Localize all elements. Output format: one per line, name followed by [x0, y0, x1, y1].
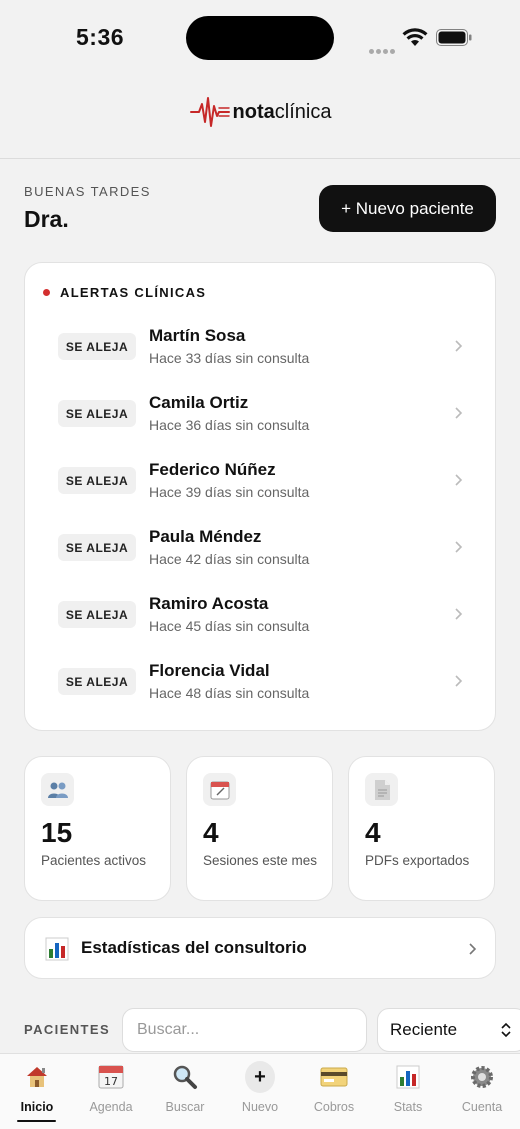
status-badge: SE ALEJA — [58, 668, 136, 695]
tab-buscar[interactable]: Buscar — [150, 1062, 220, 1124]
alert-patient-name: Camila Ortiz — [149, 393, 249, 412]
app-logo: notaclínica — [0, 92, 520, 132]
tab-bar: Inicio 17 Agenda Buscar + Nuevo Cobros S… — [0, 1053, 520, 1129]
bar-chart-icon — [393, 1062, 423, 1092]
chevron-right-icon — [455, 340, 463, 352]
stat-card-sessions[interactable]: 4 Sesiones este mes — [186, 756, 333, 901]
stat-value: 15 — [41, 817, 73, 848]
document-icon — [365, 773, 398, 806]
status-badge: SE ALEJA — [58, 333, 136, 360]
tab-label: Nuevo — [241, 1100, 279, 1114]
alert-patient-name: Florencia Vidal — [149, 661, 270, 680]
sort-select[interactable]: Reciente — [377, 1008, 520, 1052]
alert-subtitle: Hace 48 días sin consulta — [149, 685, 310, 701]
status-badge: SE ALEJA — [58, 601, 136, 628]
chevron-right-icon — [455, 407, 463, 419]
chevron-right-icon — [469, 943, 477, 955]
magnifier-icon — [170, 1062, 200, 1092]
tab-nuevo[interactable]: + Nuevo — [225, 1061, 295, 1124]
calendar-icon: 17 — [96, 1062, 126, 1092]
stat-label: Pacientes activos — [41, 853, 147, 868]
header-divider — [0, 158, 520, 159]
battery-icon — [436, 29, 472, 46]
chevron-right-icon — [455, 474, 463, 486]
alert-row[interactable]: SE ALEJA Ramiro Acosta Hace 45 días sin … — [25, 586, 497, 642]
pulse-logo-icon — [189, 97, 230, 127]
greeting-name: Dra. — [24, 206, 69, 232]
greeting-label: BUENAS TARDES — [24, 184, 151, 199]
patients-label: PACIENTES — [24, 1022, 111, 1037]
stats-link-label: Estadísticas del consultorio — [81, 938, 307, 957]
sort-value: Reciente — [390, 1020, 458, 1039]
plus-icon: + — [245, 1061, 275, 1093]
alert-patient-name: Paula Méndez — [149, 527, 262, 546]
alert-dot-icon — [43, 289, 50, 296]
calendar-icon — [203, 773, 236, 806]
alert-row[interactable]: SE ALEJA Martín Sosa Hace 33 días sin co… — [25, 318, 497, 374]
alert-row[interactable]: SE ALEJA Paula Méndez Hace 42 días sin c… — [25, 519, 497, 575]
status-badge: SE ALEJA — [58, 467, 136, 494]
status-time: 5:36 — [76, 24, 125, 50]
alert-patient-name: Federico Núñez — [149, 460, 276, 479]
tab-label: Buscar — [165, 1100, 205, 1114]
chevron-right-icon — [455, 608, 463, 620]
svg-text:17: 17 — [104, 1075, 118, 1088]
alert-row[interactable]: SE ALEJA Federico Núñez Hace 39 días sin… — [25, 452, 497, 508]
tab-label: Inicio — [20, 1100, 54, 1114]
alert-patient-name: Martín Sosa — [149, 326, 246, 345]
alert-row[interactable]: SE ALEJA Florencia Vidal Hace 48 días si… — [25, 653, 497, 709]
house-icon — [22, 1062, 52, 1092]
alert-subtitle: Hace 42 días sin consulta — [149, 551, 310, 567]
practice-stats-link[interactable]: Estadísticas del consultorio — [24, 917, 496, 979]
chevron-updown-icon — [501, 1022, 511, 1038]
people-icon — [41, 773, 74, 806]
status-badge: SE ALEJA — [58, 400, 136, 427]
tab-inicio[interactable]: Inicio — [2, 1062, 72, 1124]
stat-value: 4 — [365, 817, 381, 848]
dynamic-island — [186, 16, 334, 60]
active-tab-indicator — [17, 1120, 56, 1122]
alerts-title: ALERTAS CLÍNICAS — [43, 285, 206, 300]
tab-label: Agenda — [89, 1100, 133, 1114]
stat-label: PDFs exportados — [365, 853, 470, 868]
tab-stats[interactable]: Stats — [373, 1062, 443, 1124]
new-patient-button[interactable]: + Nuevo paciente — [319, 185, 496, 232]
signal-icon — [369, 41, 397, 59]
tab-label: Cobros — [313, 1100, 355, 1114]
alert-subtitle: Hace 45 días sin consulta — [149, 618, 310, 634]
alert-subtitle: Hace 36 días sin consulta — [149, 417, 310, 433]
bar-chart-icon — [45, 937, 69, 961]
alert-subtitle: Hace 33 días sin consulta — [149, 350, 310, 366]
tab-cobros[interactable]: Cobros — [299, 1062, 369, 1124]
gear-icon — [467, 1062, 497, 1092]
tab-label: Cuenta — [461, 1100, 503, 1114]
stat-value: 4 — [203, 817, 219, 848]
tab-label: Stats — [393, 1100, 423, 1114]
search-input[interactable] — [122, 1008, 367, 1052]
alert-patient-name: Ramiro Acosta — [149, 594, 269, 613]
chevron-right-icon — [455, 541, 463, 553]
tab-cuenta[interactable]: Cuenta — [447, 1062, 517, 1124]
status-badge: SE ALEJA — [58, 534, 136, 561]
clinical-alerts-card: ALERTAS CLÍNICAS SE ALEJA Martín Sosa Ha… — [24, 262, 496, 731]
alert-row[interactable]: SE ALEJA Camila Ortiz Hace 36 días sin c… — [25, 385, 497, 441]
chevron-right-icon — [455, 675, 463, 687]
status-bar: 5:36 — [0, 0, 520, 80]
wifi-icon — [402, 28, 428, 46]
stat-card-pdfs[interactable]: 4 PDFs exportados — [348, 756, 495, 901]
stat-label: Sesiones este mes — [203, 853, 318, 868]
tab-agenda[interactable]: 17 Agenda — [76, 1062, 146, 1124]
logo-text: notaclínica — [232, 100, 332, 123]
credit-card-icon — [319, 1062, 349, 1092]
alert-subtitle: Hace 39 días sin consulta — [149, 484, 310, 500]
stat-card-active-patients[interactable]: 15 Pacientes activos — [24, 756, 171, 901]
